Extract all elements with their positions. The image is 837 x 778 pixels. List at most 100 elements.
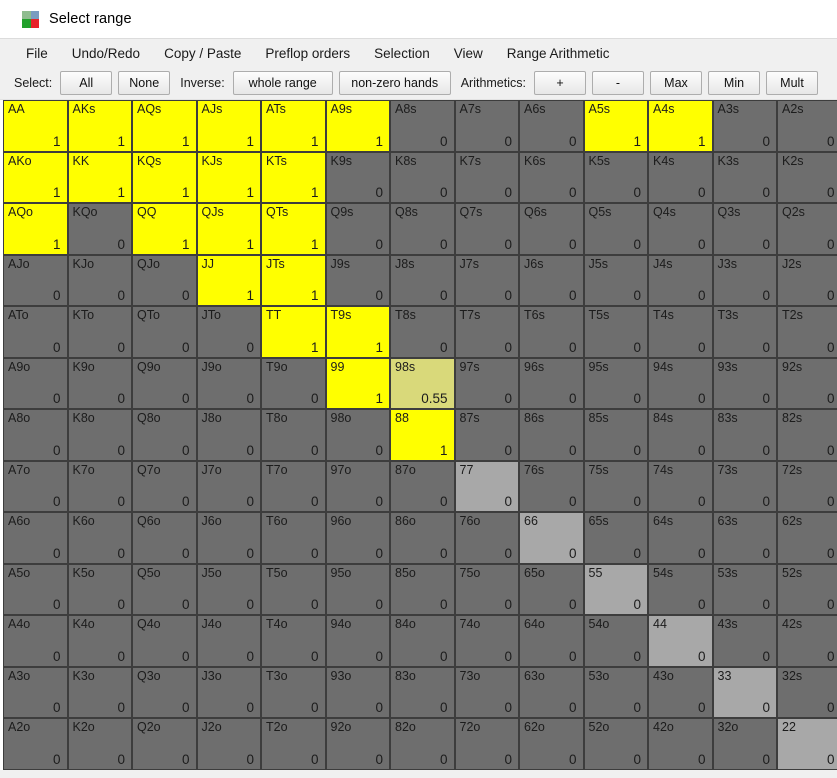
hand-cell-A7o[interactable]: A7o 0 [3, 460, 68, 512]
hand-cell-44[interactable]: 44 0 [648, 615, 713, 667]
hand-cell-75o[interactable]: 75o 0 [454, 563, 519, 615]
hand-matrix[interactable]: AA 1 AKs 1 AQs 1 AJs 1 ATs 1 A9s 1 A8s 0 A7s 0 A6s 0 A5s 1 A… [3, 100, 837, 770]
menu-selection[interactable]: Selection [362, 42, 442, 65]
hand-cell-T5s[interactable]: T5s 0 [583, 306, 648, 358]
hand-cell-A5s[interactable]: A5s 1 [583, 100, 648, 152]
hand-cell-J6s[interactable]: J6s 0 [519, 254, 584, 306]
hand-cell-Q9o[interactable]: Q9o 0 [132, 357, 197, 409]
hand-cell-K3s[interactable]: K3s 0 [712, 151, 777, 203]
hand-cell-J6o[interactable]: J6o 0 [196, 512, 261, 564]
hand-cell-K8s[interactable]: K8s 0 [390, 151, 455, 203]
inverse-whole-range-button[interactable]: whole range [232, 71, 333, 95]
hand-cell-A9o[interactable]: A9o 0 [3, 357, 68, 409]
hand-cell-AA[interactable]: AA 1 [3, 100, 68, 152]
hand-cell-A9s[interactable]: A9s 1 [325, 100, 390, 152]
hand-cell-63o[interactable]: 63o 0 [519, 666, 584, 718]
hand-cell-J7o[interactable]: J7o 0 [196, 460, 261, 512]
arithmetic-minus-button[interactable]: - [591, 71, 644, 95]
arithmetic-max-button[interactable]: Max [649, 71, 702, 95]
hand-cell-JTs[interactable]: JTs 1 [261, 254, 326, 306]
hand-cell-T4s[interactable]: T4s 0 [648, 306, 713, 358]
hand-cell-J3s[interactable]: J3s 0 [712, 254, 777, 306]
hand-cell-KQo[interactable]: KQo 0 [67, 203, 132, 255]
hand-cell-52s[interactable]: 52s 0 [777, 563, 837, 615]
hand-cell-87o[interactable]: 87o 0 [390, 460, 455, 512]
hand-cell-84o[interactable]: 84o 0 [390, 615, 455, 667]
hand-cell-QTo[interactable]: QTo 0 [132, 306, 197, 358]
hand-cell-74o[interactable]: 74o 0 [454, 615, 519, 667]
hand-cell-76s[interactable]: 76s 0 [519, 460, 584, 512]
hand-cell-72o[interactable]: 72o 0 [454, 718, 519, 770]
hand-cell-Q5o[interactable]: Q5o 0 [132, 563, 197, 615]
hand-cell-Q7s[interactable]: Q7s 0 [454, 203, 519, 255]
hand-cell-98o[interactable]: 98o 0 [325, 409, 390, 461]
hand-cell-82o[interactable]: 82o 0 [390, 718, 455, 770]
hand-cell-J8o[interactable]: J8o 0 [196, 409, 261, 461]
hand-cell-Q3s[interactable]: Q3s 0 [712, 203, 777, 255]
hand-cell-K2o[interactable]: K2o 0 [67, 718, 132, 770]
hand-cell-K7o[interactable]: K7o 0 [67, 460, 132, 512]
hand-cell-K2s[interactable]: K2s 0 [777, 151, 837, 203]
hand-cell-76o[interactable]: 76o 0 [454, 512, 519, 564]
hand-cell-J3o[interactable]: J3o 0 [196, 666, 261, 718]
hand-cell-TT[interactable]: TT 1 [261, 306, 326, 358]
hand-cell-Q3o[interactable]: Q3o 0 [132, 666, 197, 718]
hand-cell-T7s[interactable]: T7s 0 [454, 306, 519, 358]
hand-cell-J5o[interactable]: J5o 0 [196, 563, 261, 615]
hand-cell-Q2s[interactable]: Q2s 0 [777, 203, 837, 255]
hand-cell-94o[interactable]: 94o 0 [325, 615, 390, 667]
hand-cell-73o[interactable]: 73o 0 [454, 666, 519, 718]
hand-cell-A3s[interactable]: A3s 0 [712, 100, 777, 152]
hand-cell-A2s[interactable]: A2s 0 [777, 100, 837, 152]
hand-cell-AQs[interactable]: AQs 1 [132, 100, 197, 152]
hand-cell-K7s[interactable]: K7s 0 [454, 151, 519, 203]
hand-cell-J9s[interactable]: J9s 0 [325, 254, 390, 306]
hand-cell-KJo[interactable]: KJo 0 [67, 254, 132, 306]
hand-cell-QJo[interactable]: QJo 0 [132, 254, 197, 306]
hand-cell-42s[interactable]: 42s 0 [777, 615, 837, 667]
hand-cell-KTs[interactable]: KTs 1 [261, 151, 326, 203]
hand-cell-62o[interactable]: 62o 0 [519, 718, 584, 770]
hand-cell-64s[interactable]: 64s 0 [648, 512, 713, 564]
hand-cell-T3o[interactable]: T3o 0 [261, 666, 326, 718]
hand-cell-99[interactable]: 99 1 [325, 357, 390, 409]
hand-cell-KTo[interactable]: KTo 0 [67, 306, 132, 358]
hand-cell-97o[interactable]: 97o 0 [325, 460, 390, 512]
hand-cell-72s[interactable]: 72s 0 [777, 460, 837, 512]
menu-range-arithmetic[interactable]: Range Arithmetic [495, 42, 622, 65]
hand-cell-83o[interactable]: 83o 0 [390, 666, 455, 718]
hand-cell-62s[interactable]: 62s 0 [777, 512, 837, 564]
hand-cell-82s[interactable]: 82s 0 [777, 409, 837, 461]
hand-cell-J9o[interactable]: J9o 0 [196, 357, 261, 409]
hand-cell-AJs[interactable]: AJs 1 [196, 100, 261, 152]
hand-cell-32s[interactable]: 32s 0 [777, 666, 837, 718]
hand-cell-86o[interactable]: 86o 0 [390, 512, 455, 564]
hand-cell-A7s[interactable]: A7s 0 [454, 100, 519, 152]
hand-cell-83s[interactable]: 83s 0 [712, 409, 777, 461]
hand-cell-92s[interactable]: 92s 0 [777, 357, 837, 409]
hand-cell-JJ[interactable]: JJ 1 [196, 254, 261, 306]
hand-cell-94s[interactable]: 94s 0 [648, 357, 713, 409]
select-all-button[interactable]: All [60, 71, 113, 95]
hand-cell-T9s[interactable]: T9s 1 [325, 306, 390, 358]
hand-cell-84s[interactable]: 84s 0 [648, 409, 713, 461]
hand-cell-55[interactable]: 55 0 [583, 563, 648, 615]
hand-cell-54s[interactable]: 54s 0 [648, 563, 713, 615]
hand-cell-22[interactable]: 22 0 [777, 718, 837, 770]
hand-cell-73s[interactable]: 73s 0 [712, 460, 777, 512]
hand-cell-AJo[interactable]: AJo 0 [3, 254, 68, 306]
hand-cell-AQo[interactable]: AQo 1 [3, 203, 68, 255]
hand-cell-Q8s[interactable]: Q8s 0 [390, 203, 455, 255]
hand-cell-T7o[interactable]: T7o 0 [261, 460, 326, 512]
hand-cell-K9o[interactable]: K9o 0 [67, 357, 132, 409]
menu-view[interactable]: View [442, 42, 495, 65]
hand-cell-75s[interactable]: 75s 0 [583, 460, 648, 512]
arithmetic-mult-button[interactable]: Mult [765, 71, 818, 95]
hand-cell-Q2o[interactable]: Q2o 0 [132, 718, 197, 770]
hand-cell-A5o[interactable]: A5o 0 [3, 563, 68, 615]
hand-cell-Q5s[interactable]: Q5s 0 [583, 203, 648, 255]
hand-cell-53o[interactable]: 53o 0 [583, 666, 648, 718]
hand-cell-96o[interactable]: 96o 0 [325, 512, 390, 564]
hand-cell-95o[interactable]: 95o 0 [325, 563, 390, 615]
hand-cell-65s[interactable]: 65s 0 [583, 512, 648, 564]
